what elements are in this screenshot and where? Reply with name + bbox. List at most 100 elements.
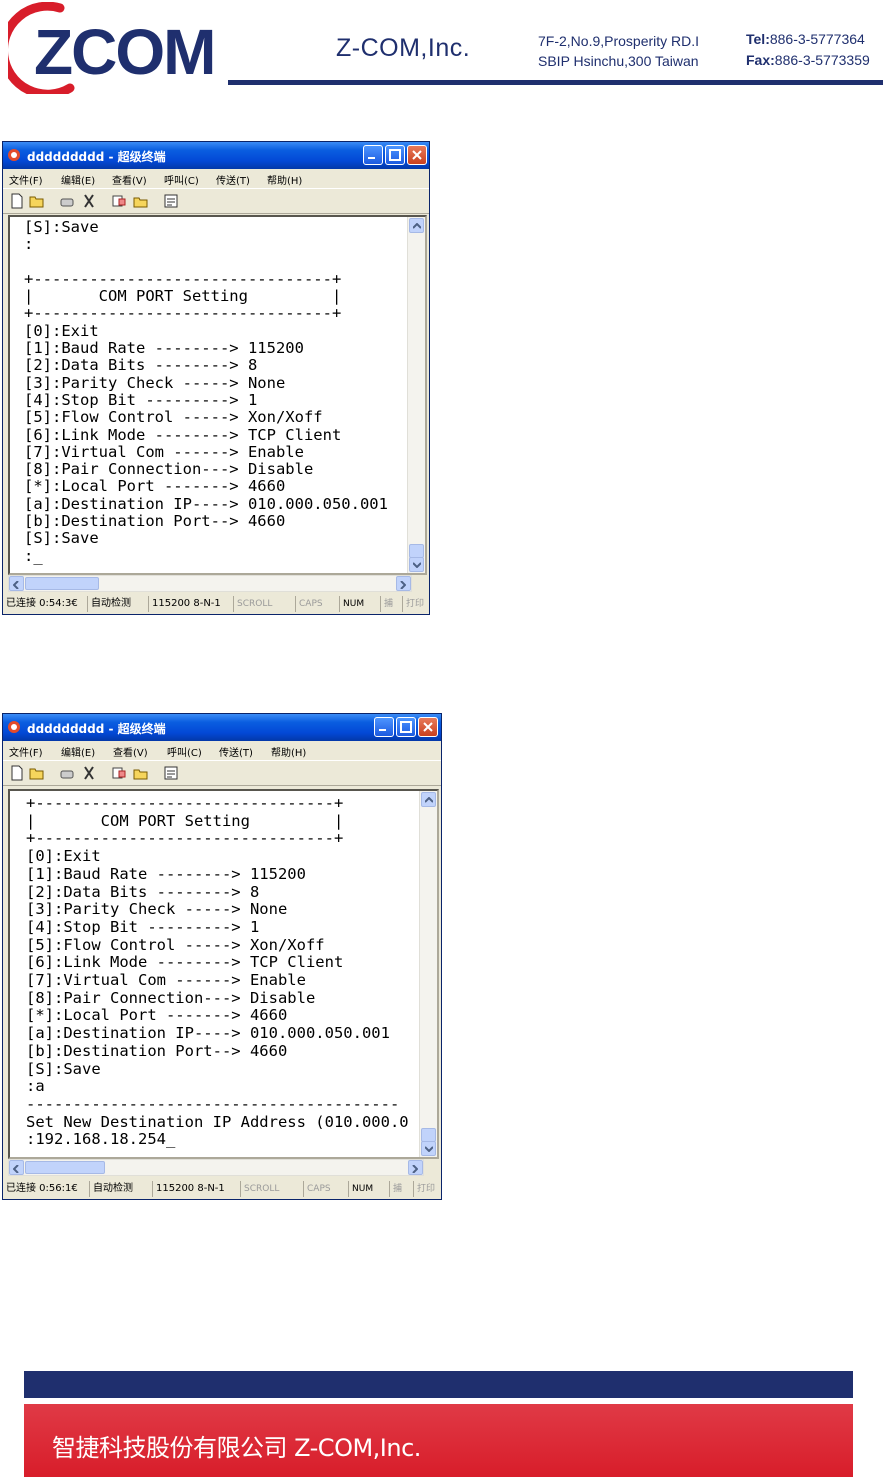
new-icon[interactable] — [9, 765, 25, 781]
title-bar[interactable]: ddddddddd - 超级终端 — [3, 142, 429, 169]
open-icon[interactable] — [29, 765, 45, 781]
scroll-thumb[interactable] — [409, 544, 424, 558]
terminal-line: :192.168.18.254_ — [26, 1130, 176, 1149]
terminal-line: [*]:Local Port -------> 4660 — [24, 477, 286, 496]
scroll-down-button[interactable] — [409, 557, 424, 572]
status-bar: 已连接 0:56:1€ 自动检测 115200 8-N-1 SCROLL CAP… — [3, 1179, 441, 1199]
terminal-line: | COM PORT Setting | — [24, 287, 342, 306]
status-bar: 已连接 0:54:3€ 自动检测 115200 8-N-1 SCROLL CAP… — [3, 594, 429, 614]
company-logo: ZCOM — [0, 1, 228, 99]
menu-transfer[interactable]: 传送(T) — [216, 172, 250, 187]
menu-help[interactable]: 帮助(H) — [271, 744, 306, 759]
terminal-screen[interactable]: [S]:Save: +-----------------------------… — [8, 215, 427, 575]
status-num: NUM — [339, 596, 364, 612]
scroll-down-button[interactable] — [421, 1141, 436, 1156]
terminal-line: [3]:Parity Check -----> None — [26, 900, 288, 919]
status-caps: CAPS — [303, 1181, 331, 1197]
terminal-line: [b]:Destination Port--> 4660 — [26, 1041, 288, 1060]
logo-text: ZCOM — [34, 16, 214, 88]
window-title: ddddddddd - 超级终端 — [27, 150, 166, 164]
vertical-scrollbar[interactable] — [419, 791, 437, 1157]
scroll-right-button[interactable] — [408, 1160, 423, 1175]
terminal-line: [7]:Virtual Com ------> Enable — [24, 442, 304, 461]
receive-icon[interactable] — [133, 765, 149, 781]
minimize-button[interactable] — [363, 145, 383, 165]
menu-call[interactable]: 呼叫(C) — [167, 744, 202, 759]
receive-icon[interactable] — [133, 193, 149, 209]
scroll-up-button[interactable] — [421, 792, 436, 807]
terminal-line: [S]:Save — [26, 1059, 101, 1078]
menu-bar: 文件(F) 编辑(E) 查看(V) 呼叫(C) 传送(T) 帮助(H) — [3, 741, 441, 760]
terminal-line: ---------------------------------------- — [26, 1094, 400, 1113]
chevron-up-icon — [413, 223, 421, 229]
menu-view[interactable]: 查看(V) — [113, 744, 148, 759]
maximize-button[interactable] — [385, 145, 405, 165]
chevron-right-icon — [412, 1165, 418, 1173]
properties-icon[interactable] — [163, 193, 179, 209]
connect-icon[interactable] — [59, 193, 75, 209]
horizontal-scrollbar[interactable] — [8, 1159, 424, 1176]
terminal-text: [S]:Save: +-----------------------------… — [24, 218, 388, 565]
open-icon[interactable] — [29, 193, 45, 209]
status-num: NUM — [348, 1181, 373, 1197]
new-icon[interactable] — [9, 193, 25, 209]
menu-view[interactable]: 查看(V) — [112, 172, 147, 187]
status-capture: 捕 — [389, 1181, 402, 1197]
menu-transfer[interactable]: 传送(T) — [219, 744, 253, 759]
window-title: ddddddddd - 超级终端 — [27, 722, 166, 736]
app-icon — [8, 149, 20, 161]
terminal-line: [8]:Pair Connection---> Disable — [24, 460, 314, 479]
send-icon[interactable] — [111, 765, 127, 781]
maximize-button[interactable] — [396, 717, 416, 737]
disconnect-icon[interactable] — [81, 765, 97, 781]
fax-value: 886-3-5773359 — [774, 52, 870, 68]
horizontal-scroll-thumb[interactable] — [25, 1161, 105, 1174]
terminal-line: [S]:Save — [24, 218, 99, 236]
horizontal-scroll-thumb[interactable] — [25, 577, 99, 590]
terminal-screen[interactable]: +--------------------------------+ | COM … — [8, 789, 439, 1159]
status-print: 打印 — [413, 1181, 435, 1197]
chevron-right-icon — [400, 581, 406, 589]
scroll-left-button[interactable] — [9, 1160, 24, 1175]
disconnect-icon[interactable] — [81, 193, 97, 209]
scroll-left-button[interactable] — [9, 576, 24, 591]
terminal-line: [7]:Virtual Com ------> Enable — [26, 971, 306, 990]
terminal-text: +--------------------------------+ | COM … — [26, 794, 409, 1149]
terminal-line: [b]:Destination Port--> 4660 — [24, 512, 286, 531]
menu-call[interactable]: 呼叫(C) — [164, 172, 199, 187]
horizontal-scrollbar[interactable] — [8, 575, 412, 592]
company-name: Z-COM,Inc. — [336, 34, 471, 62]
menu-file[interactable]: 文件(F) — [9, 172, 43, 187]
terminal-line: [6]:Link Mode --------> TCP Client — [26, 953, 344, 972]
terminal-line: [a]:Destination IP----> 010.000.050.001 — [24, 494, 388, 513]
address-line-2: SBIP Hsinchu,300 Taiwan — [538, 53, 699, 69]
menu-file[interactable]: 文件(F) — [9, 744, 43, 759]
properties-icon[interactable] — [163, 765, 179, 781]
send-icon[interactable] — [111, 193, 127, 209]
menu-edit[interactable]: 编辑(E) — [61, 744, 95, 759]
close-button[interactable] — [418, 717, 438, 737]
scroll-right-button[interactable] — [396, 576, 411, 591]
vertical-scrollbar[interactable] — [407, 217, 425, 573]
close-button[interactable] — [407, 145, 427, 165]
terminal-line: [2]:Data Bits --------> 8 — [24, 356, 258, 375]
status-port: 115200 8-N-1 — [148, 596, 221, 612]
company-address: 7F-2,No.9,Prosperity RD.I SBIP Hsinchu,3… — [538, 31, 699, 71]
hyperterminal-window-2: ddddddddd - 超级终端 文件(F) 编辑(E) 查看(V) 呼叫(C)… — [2, 713, 442, 1200]
chevron-left-icon — [13, 581, 19, 589]
scroll-up-button[interactable] — [409, 218, 424, 233]
scroll-thumb[interactable] — [421, 1128, 436, 1142]
minimize-icon — [379, 729, 386, 731]
title-bar[interactable]: ddddddddd - 超级终端 — [3, 714, 441, 741]
maximize-icon — [389, 149, 401, 161]
menu-help[interactable]: 帮助(H) — [267, 172, 302, 187]
menu-edit[interactable]: 编辑(E) — [61, 172, 95, 187]
terminal-line: [1]:Baud Rate --------> 115200 — [24, 339, 304, 358]
status-connection: 已连接 0:56:1€ — [6, 1183, 78, 1194]
connect-icon[interactable] — [59, 765, 75, 781]
terminal-line: [6]:Link Mode --------> TCP Client — [24, 425, 342, 444]
terminal-line: [0]:Exit — [24, 321, 99, 340]
footer-company-name: 智捷科技股份有限公司 Z-COM,Inc. — [52, 1434, 421, 1462]
minimize-button[interactable] — [374, 717, 394, 737]
